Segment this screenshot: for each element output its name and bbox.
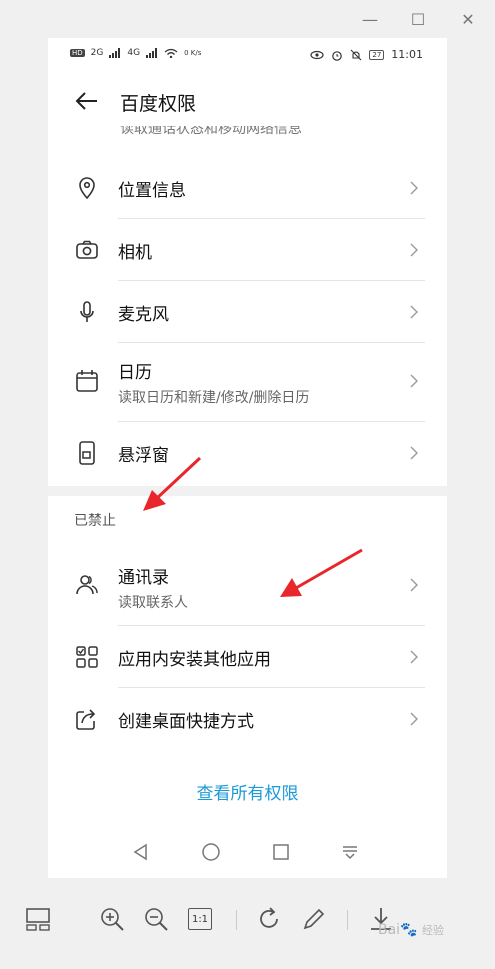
permission-label: 麦克风 <box>118 305 169 325</box>
contacts-icon <box>76 575 98 595</box>
minimize-button[interactable]: — <box>360 8 380 30</box>
nav-back-icon[interactable] <box>130 841 152 863</box>
status-bar: HD 2G 4G 0 K/s 27 11:01 <box>48 38 447 74</box>
permission-description: 读取日历和新建/修改/删除日历 <box>118 390 310 406</box>
title-bar: 百度权限 <box>48 86 447 122</box>
battery-level: 27 <box>369 49 385 60</box>
camera-icon <box>76 240 98 259</box>
network-speed-text: 0 K/s <box>184 49 202 57</box>
chevron-right-icon <box>410 578 418 592</box>
signal-4g-text: 4G <box>127 48 141 58</box>
chevron-right-icon <box>410 446 418 460</box>
permission-description: 读取联系人 <box>118 595 188 611</box>
wifi-icon <box>164 48 178 58</box>
signal-icon-2 <box>146 48 158 58</box>
watermark: Bai🐾 经验 <box>378 922 444 938</box>
permission-label: 悬浮窗 <box>118 446 169 466</box>
permission-row-microphone[interactable]: 麦克风 <box>48 281 447 343</box>
phone-screen: HD 2G 4G 0 K/s 27 11:01 百度权限 读取通话状态和移动网络… <box>48 38 447 878</box>
thumbnail-view-icon[interactable] <box>24 905 52 933</box>
maximize-button[interactable]: ☐ <box>408 8 428 30</box>
permission-row-calendar[interactable]: 日历 读取日历和新建/修改/删除日历 <box>48 343 447 419</box>
nav-notification-pull-icon[interactable] <box>339 841 361 863</box>
permission-row-location[interactable]: 位置信息 <box>48 157 447 219</box>
shortcut-icon <box>76 709 96 730</box>
back-arrow-icon[interactable] <box>72 86 102 116</box>
close-button[interactable]: ✕ <box>458 8 478 30</box>
section-label-denied: 已禁止 <box>74 513 116 529</box>
chevron-right-icon <box>410 712 418 726</box>
clock: 11:01 <box>391 48 423 61</box>
permission-label: 相机 <box>118 243 152 263</box>
chevron-right-icon <box>410 181 418 195</box>
microphone-icon <box>80 301 94 322</box>
permission-row-contacts[interactable]: 通讯录 读取联系人 <box>48 547 447 623</box>
view-all-permissions-link[interactable]: 查看所有权限 <box>48 779 447 804</box>
cutoff-description: 读取通话状态和移动网络信息 <box>120 126 302 136</box>
alarm-icon <box>332 50 343 61</box>
toolbar-separator <box>347 910 348 930</box>
actual-size-button[interactable]: 1:1 <box>188 908 212 930</box>
location-icon <box>79 177 95 200</box>
chevron-right-icon <box>410 305 418 319</box>
signal-2g-text: 2G <box>90 48 104 58</box>
nav-home-icon[interactable] <box>200 841 222 863</box>
permission-label: 通讯录 <box>118 568 169 588</box>
mute-bell-icon <box>350 49 362 60</box>
zoom-in-icon[interactable] <box>98 905 126 933</box>
apps-icon <box>76 646 98 668</box>
zoom-out-icon[interactable] <box>142 905 170 933</box>
page-title: 百度权限 <box>120 93 197 115</box>
permission-label: 位置信息 <box>118 181 186 201</box>
permission-row-floating-window[interactable]: 悬浮窗 <box>48 422 447 484</box>
permission-label: 日历 <box>118 363 152 383</box>
permission-row-camera[interactable]: 相机 <box>48 219 447 281</box>
section-separator <box>48 486 447 496</box>
hd-badge: HD <box>70 49 85 57</box>
nav-recents-icon[interactable] <box>270 841 292 863</box>
eye-icon <box>310 50 324 59</box>
calendar-icon <box>76 370 98 392</box>
navigation-bar <box>48 833 447 873</box>
rotate-icon[interactable] <box>255 905 283 933</box>
edit-pencil-icon[interactable] <box>300 905 328 933</box>
permission-label: 应用内安装其他应用 <box>118 650 271 670</box>
chevron-right-icon <box>410 243 418 257</box>
permission-row-install-apps[interactable]: 应用内安装其他应用 <box>48 626 447 688</box>
chevron-right-icon <box>410 650 418 664</box>
toolbar-separator <box>236 910 237 930</box>
signal-icon <box>109 48 121 58</box>
permission-row-desktop-shortcut[interactable]: 创建桌面快捷方式 <box>48 688 447 750</box>
chevron-right-icon <box>410 374 418 388</box>
floating-window-icon <box>79 441 95 465</box>
permission-label: 创建桌面快捷方式 <box>118 712 254 732</box>
